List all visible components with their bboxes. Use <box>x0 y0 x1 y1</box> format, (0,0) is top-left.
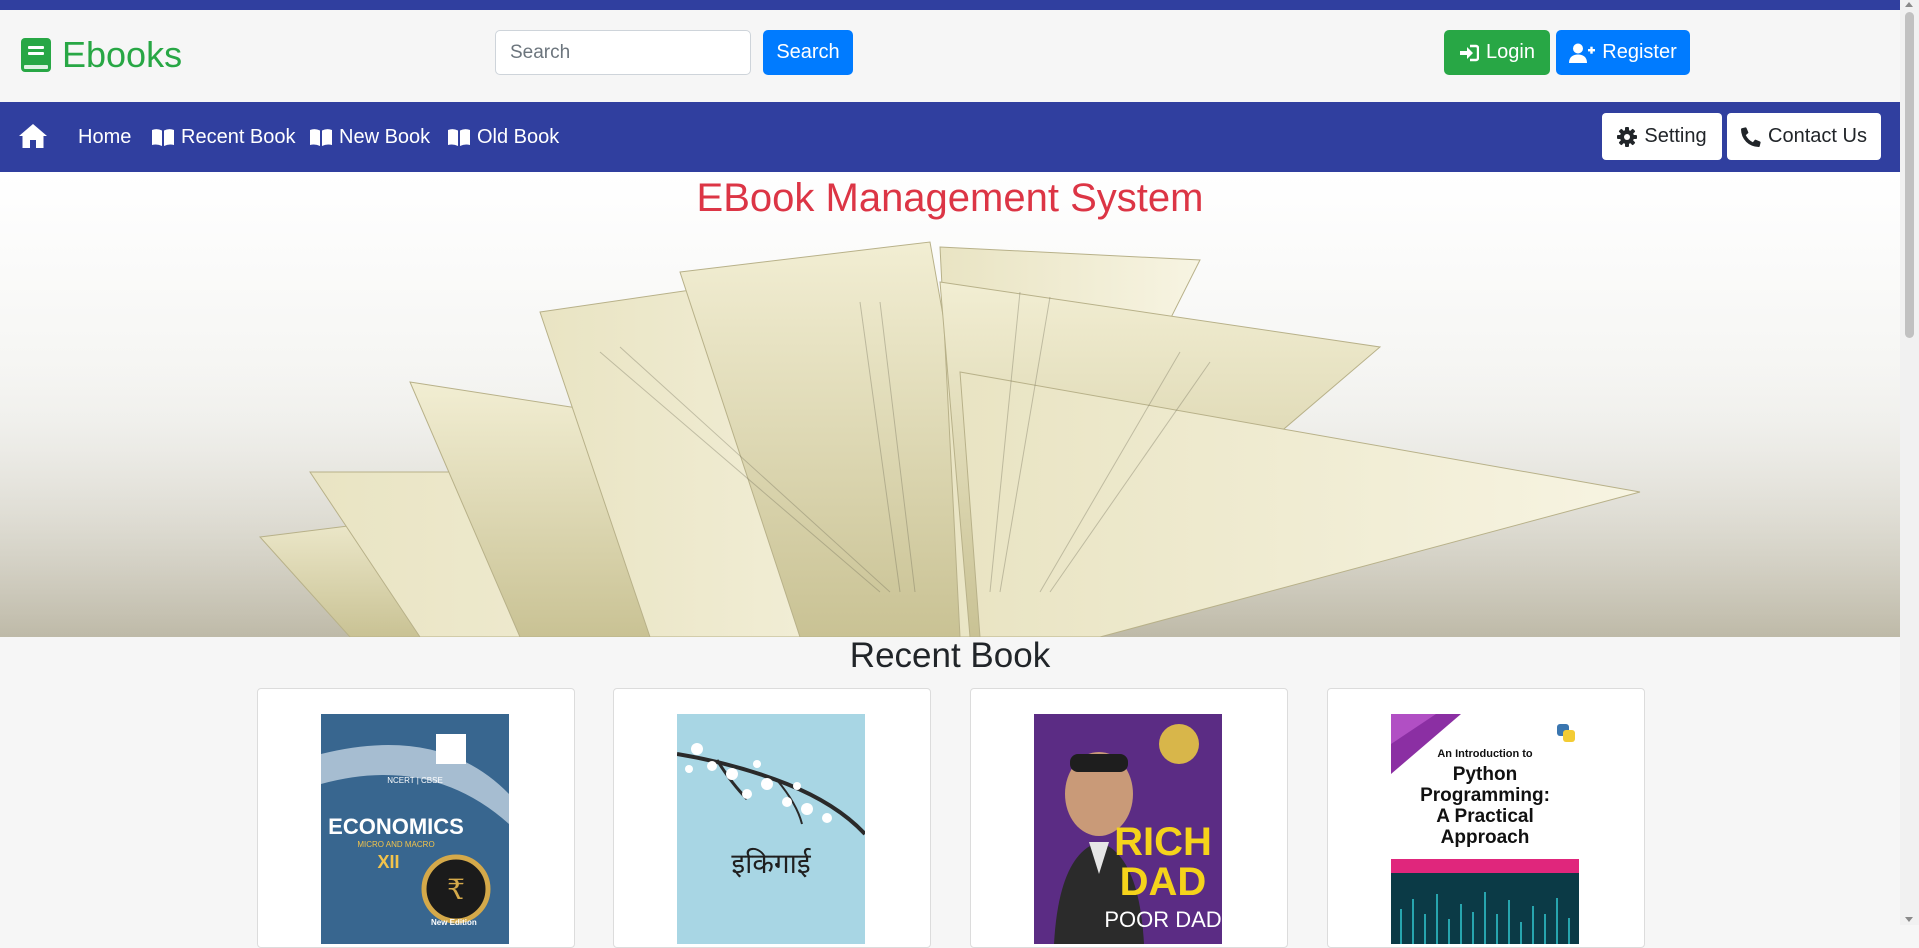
open-book-pages-image <box>0 241 1900 637</box>
recent-book-heading: Recent Book <box>849 636 1051 675</box>
cover-line: Programming: <box>1420 785 1550 806</box>
open-book-icon <box>310 128 332 146</box>
contact-us-label: Contact Us <box>1768 125 1867 147</box>
nav-old-book-label: Old Book <box>477 125 560 148</box>
phone-icon <box>1741 126 1761 147</box>
search-button[interactable]: Search <box>763 30 853 75</box>
cover-line: इकिगाई <box>731 847 811 880</box>
nav-home-label: Home <box>78 125 132 148</box>
nav-new-book[interactable]: New Book <box>309 102 430 172</box>
cover-line: ECONOMICS <box>328 814 464 839</box>
brand-logo[interactable]: Ebooks <box>20 34 182 76</box>
ikigai-cover-art <box>677 714 865 944</box>
search-input[interactable] <box>495 30 751 75</box>
top-accent-strip <box>0 0 1900 10</box>
cover-line: RICH <box>1114 820 1212 864</box>
cover-line: MICRO AND MACRO <box>357 840 435 849</box>
svg-text:₹: ₹ <box>447 873 465 906</box>
book-cover-economics[interactable]: ₹ NCERT | CBSE ECONOMICS MICRO AND MACRO… <box>321 714 509 944</box>
open-book-icon <box>448 128 470 146</box>
cover-line: New Edition <box>431 918 477 927</box>
gear-icon <box>1617 126 1638 147</box>
hero-banner: EBook Management System <box>0 172 1900 637</box>
cover-line: DAD <box>1119 860 1207 904</box>
setting-label: Setting <box>1644 125 1707 147</box>
nav-recent-book-label: Recent Book <box>181 125 296 148</box>
register-label: Register <box>1602 41 1677 63</box>
cover-line: Approach <box>1440 827 1530 848</box>
login-button[interactable]: Login <box>1444 30 1550 75</box>
book-icon <box>21 38 51 72</box>
home-icon[interactable] <box>18 123 48 149</box>
book-card[interactable]: An Introduction to Python Programming: A… <box>1327 688 1645 948</box>
book-cover-ikigai[interactable]: इकिगाई <box>677 714 865 944</box>
open-book-icon <box>152 128 174 146</box>
scrollbar-thumb[interactable] <box>1905 12 1914 338</box>
page-title: EBook Management System <box>696 176 1204 220</box>
brand-name: Ebooks <box>62 34 183 75</box>
nav-new-book-label: New Book <box>339 125 431 148</box>
nav-old-book[interactable]: Old Book <box>447 102 559 172</box>
nav-recent-book[interactable]: Recent Book <box>151 102 296 172</box>
user-plus-icon <box>1569 43 1596 63</box>
book-cover-rich-dad[interactable]: RICH DAD POOR DAD <box>1034 714 1222 944</box>
contact-us-button[interactable]: Contact Us <box>1727 113 1881 160</box>
book-cover-python[interactable]: An Introduction to Python Programming: A… <box>1391 714 1579 944</box>
main-navbar: Home Recent Book New Book Old Book Setti… <box>0 102 1900 172</box>
register-button[interactable]: Register <box>1556 30 1690 75</box>
setting-button[interactable]: Setting <box>1602 113 1722 160</box>
cover-line: XII <box>377 852 400 872</box>
login-label: Login <box>1486 41 1535 63</box>
nav-home[interactable]: Home <box>78 102 131 172</box>
cover-line: A Practical <box>1436 806 1534 827</box>
vertical-scrollbar[interactable] <box>1900 0 1919 925</box>
book-card[interactable]: RICH DAD POOR DAD <box>970 688 1288 948</box>
cover-line: NCERT | CBSE <box>387 776 443 785</box>
scroll-up-arrow-icon[interactable] <box>1905 2 1913 7</box>
site-header: Ebooks Search Login Register <box>0 10 1900 103</box>
sign-in-icon <box>1460 44 1480 61</box>
scroll-down-arrow-icon[interactable] <box>1905 917 1913 922</box>
cover-line: Python <box>1452 764 1518 785</box>
book-card[interactable]: इकिगाई <box>613 688 931 948</box>
book-card[interactable]: ₹ NCERT | CBSE ECONOMICS MICRO AND MACRO… <box>257 688 575 948</box>
cover-line: An Introduction to <box>1437 748 1533 760</box>
cover-line: POOR DAD <box>1104 907 1222 932</box>
